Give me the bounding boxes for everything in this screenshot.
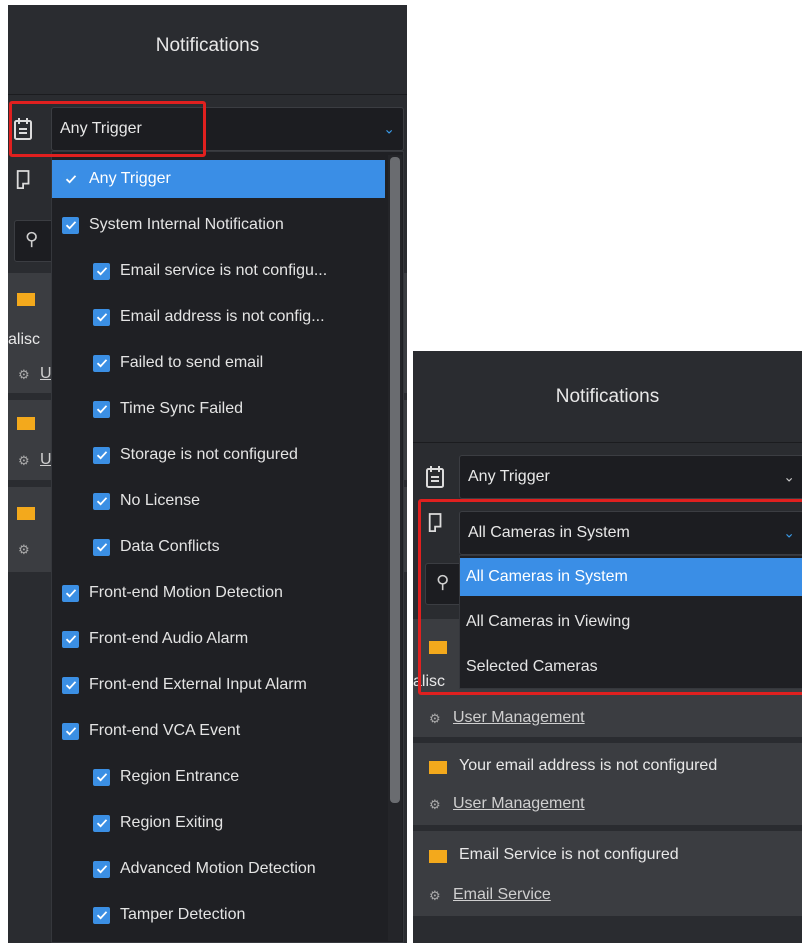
envelope-icon — [429, 761, 447, 774]
checkbox[interactable] — [93, 354, 110, 372]
trigger-option[interactable]: Advanced Motion Detection — [52, 850, 385, 888]
trigger-option-label: Region Entrance — [120, 768, 240, 785]
checkbox[interactable] — [62, 584, 79, 602]
trigger-option[interactable]: Email address is not config... — [52, 298, 385, 336]
user-management-link[interactable]: User Management — [453, 795, 585, 813]
checkbox[interactable] — [93, 446, 110, 464]
trigger-option[interactable]: Region Entrance — [52, 758, 385, 796]
notification-message: Email Service is not configured — [459, 846, 679, 863]
notification-card[interactable]: Your email address is not configured ⚙ U… — [413, 743, 802, 825]
checkbox[interactable] — [62, 630, 79, 648]
envelope-arrow-icon — [429, 850, 447, 863]
user-management-link[interactable]: U — [40, 451, 52, 469]
trigger-option-label: Front-end Motion Detection — [89, 584, 283, 601]
trigger-option[interactable]: No License — [52, 482, 385, 520]
gear-icon: ⚙ — [18, 453, 30, 468]
calendar-icon — [425, 465, 445, 489]
trigger-option[interactable]: Front-end Audio Alarm — [52, 620, 385, 658]
panel-title: Notifications — [555, 386, 660, 407]
checkbox[interactable] — [93, 906, 110, 924]
trigger-option-label: Tamper Detection — [120, 906, 246, 923]
chevron-down-icon: ⌄ — [383, 120, 395, 137]
gear-icon: ⚙ — [429, 797, 441, 812]
gear-icon: ⚙ — [429, 711, 441, 726]
title-divider — [8, 94, 407, 95]
trigger-option-label: Any Trigger — [89, 170, 171, 187]
gear-icon: ⚙ — [429, 888, 441, 903]
trigger-option-label: Advanced Motion Detection — [120, 860, 316, 877]
email-service-link[interactable]: Email Service — [453, 886, 551, 904]
envelope-icon — [17, 417, 35, 430]
trigger-option[interactable]: Front-end VCA Event — [52, 712, 385, 750]
trigger-option[interactable]: Failed to send email — [52, 344, 385, 382]
trigger-select[interactable]: Any Trigger ⌄ — [459, 455, 802, 499]
trigger-option[interactable]: Any Trigger — [52, 160, 385, 198]
checkbox[interactable] — [93, 492, 110, 510]
gear-icon: ⚙ — [18, 542, 30, 557]
search-icon: ⚲ — [25, 229, 39, 249]
envelope-icon — [17, 293, 35, 306]
right-notifications-panel: Notifications Any Trigger ⌄ All Cameras … — [413, 351, 802, 943]
trigger-option-label: Front-end VCA Event — [89, 722, 241, 739]
trigger-option-label: Time Sync Failed — [120, 400, 243, 417]
camera-icon — [15, 168, 35, 192]
checkbox[interactable] — [62, 676, 79, 694]
trigger-option-label: Email address is not config... — [120, 308, 325, 325]
trigger-option-label: Front-end External Input Alarm — [89, 676, 307, 693]
checkbox[interactable] — [62, 722, 79, 740]
trigger-option[interactable]: Front-end External Input Alarm — [52, 666, 385, 704]
trigger-option[interactable]: System Internal Notification — [52, 206, 385, 244]
trigger-option-label: Failed to send email — [120, 354, 264, 371]
checkbox[interactable] — [93, 538, 110, 556]
trigger-option-label: No License — [120, 492, 201, 509]
user-management-link[interactable]: U — [40, 365, 52, 383]
checkbox[interactable] — [93, 308, 110, 326]
trigger-option[interactable]: Region Exiting — [52, 804, 385, 842]
trigger-select-value: Any Trigger — [468, 468, 550, 485]
panel-title: Notifications — [155, 35, 260, 56]
envelope-arrow-icon — [17, 507, 35, 520]
chevron-down-icon: ⌄ — [783, 468, 795, 485]
user-name: alisc — [8, 331, 41, 348]
checkbox[interactable] — [62, 216, 79, 234]
highlight-box — [418, 499, 802, 695]
highlight-box — [9, 101, 206, 157]
title-divider — [413, 442, 802, 443]
trigger-option-label: Front-end Audio Alarm — [89, 630, 249, 647]
scrollbar[interactable] — [388, 155, 402, 941]
trigger-option-label: Data Conflicts — [120, 538, 220, 555]
checkbox[interactable] — [62, 170, 79, 188]
user-management-link[interactable]: User Management — [453, 709, 585, 727]
trigger-dropdown: Any Trigger System Internal Notification E… — [51, 151, 404, 943]
checkbox[interactable] — [93, 768, 110, 786]
checkbox[interactable] — [93, 860, 110, 878]
search-input[interactable]: ⚲ — [14, 220, 54, 262]
trigger-option[interactable]: Data Conflicts — [52, 528, 385, 566]
scrollbar-thumb[interactable] — [390, 157, 400, 803]
trigger-option[interactable]: Storage is not configured — [52, 436, 385, 474]
checkbox[interactable] — [93, 814, 110, 832]
trigger-option-label: Email service is not configu... — [120, 262, 328, 279]
trigger-option[interactable]: Tamper Detection — [52, 896, 385, 934]
trigger-option-label: Region Exiting — [120, 814, 224, 831]
checkbox[interactable] — [93, 262, 110, 280]
trigger-option-label: Storage is not configured — [120, 446, 298, 463]
notification-message: Your email address is not configured — [459, 757, 718, 774]
trigger-option-label: System Internal Notification — [89, 216, 284, 233]
trigger-option[interactable]: Time Sync Failed — [52, 390, 385, 428]
left-notifications-panel: Notifications Any Trigger ⌄ ⚲ alisc ⚙ U … — [8, 5, 407, 943]
checkbox[interactable] — [93, 400, 110, 418]
trigger-option[interactable]: Email service is not configu... — [52, 252, 385, 290]
gear-icon: ⚙ — [18, 367, 30, 382]
trigger-option[interactable]: Front-end Motion Detection — [52, 574, 385, 612]
notification-card[interactable]: Email Service is not configured ⚙ Email … — [413, 831, 802, 916]
